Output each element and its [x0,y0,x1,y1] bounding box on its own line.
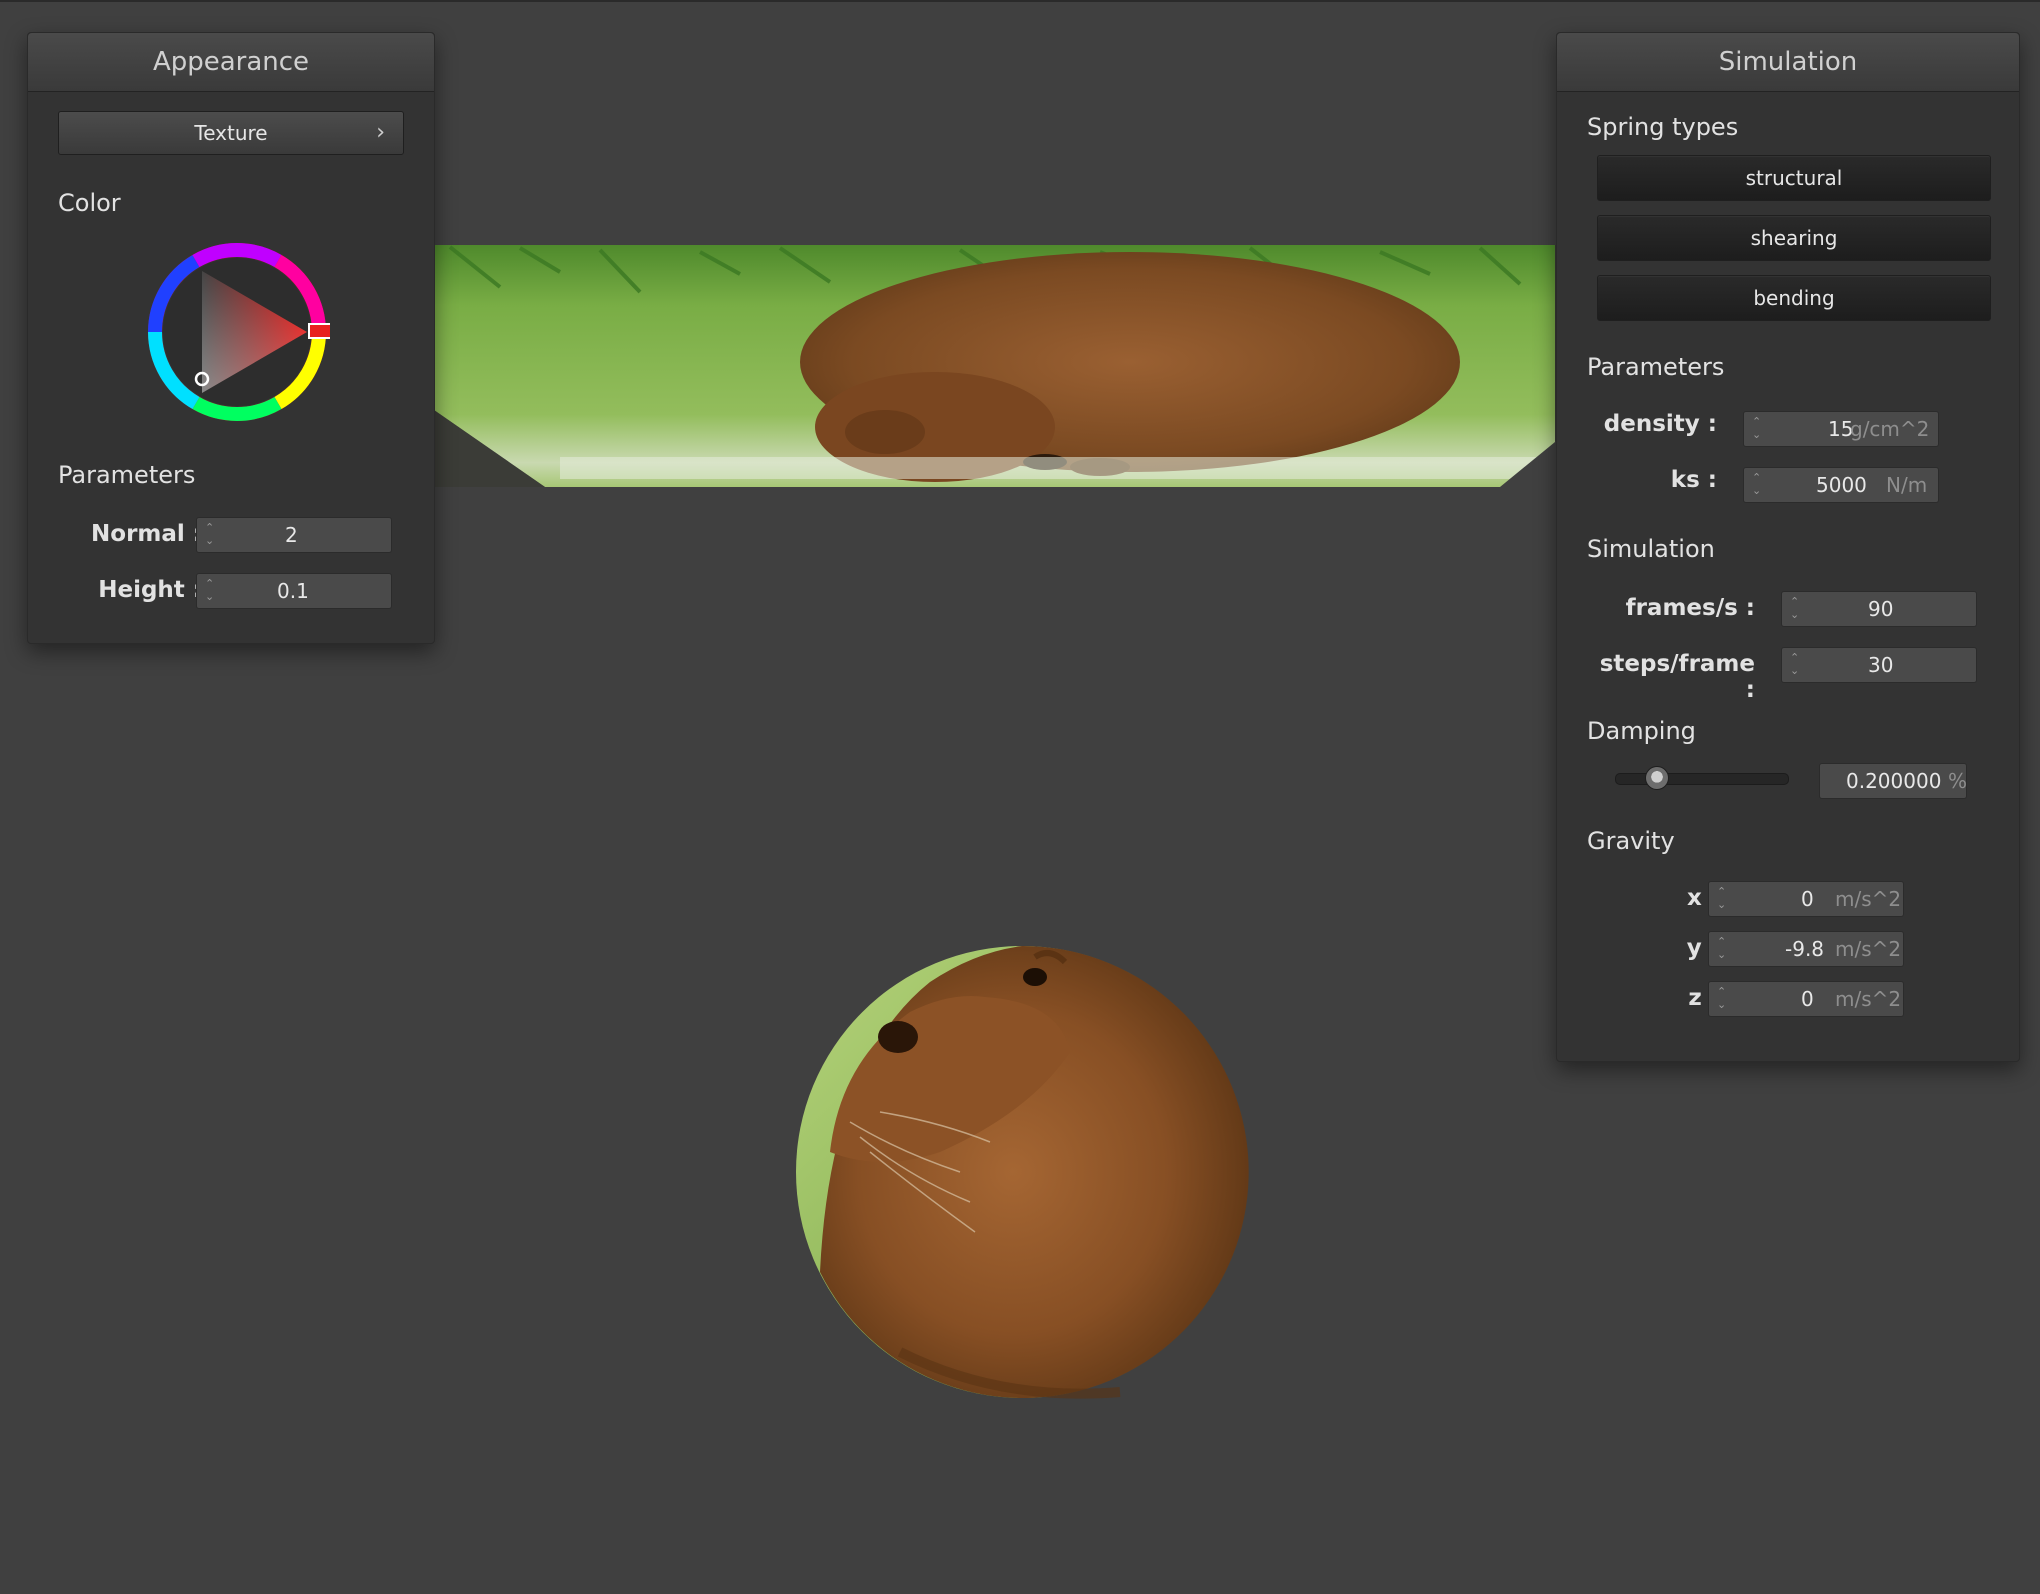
density-unit: g/cm^2 [1850,417,1930,441]
texture-button[interactable]: Texture › [58,111,404,155]
height-value: 0.1 [277,579,309,603]
stepper-arrows-icon[interactable]: ⌃ ⌄ [205,577,217,605]
frames-per-s-label: frames/s : [1625,595,1755,621]
appearance-parameters-label: Parameters [58,461,196,489]
density-label: density : [1603,411,1717,437]
ks-label: ks : [1670,467,1717,493]
damping-unit: % [1948,769,1968,793]
normal-stepper[interactable]: ⌃ ⌄ 2 [196,517,392,553]
gravity-y-label: y : [1686,935,1719,961]
gravity-y-unit: m/s^2 [1835,937,1902,961]
density-stepper[interactable]: ⌃ ⌄ 15 g/cm^2 [1743,411,1939,447]
chevron-right-icon: › [376,120,385,145]
spring-types-label: Spring types [1587,113,1739,141]
gravity-z-label: z : [1688,985,1719,1011]
appearance-panel: Appearance Texture › Color Parameters No… [27,32,435,644]
gravity-y-stepper[interactable]: ⌃ ⌄ -9.8 m/s^2 [1708,931,1904,967]
stepper-arrows-icon[interactable]: ⌃ ⌄ [1752,471,1764,499]
stepper-arrows-icon[interactable]: ⌃ ⌄ [1790,651,1802,679]
gravity-z-unit: m/s^2 [1835,987,1902,1011]
stepper-arrows-icon[interactable]: ⌃ ⌄ [205,521,217,549]
ks-unit: N/m [1886,473,1928,497]
gravity-label: Gravity [1587,827,1675,855]
height-stepper[interactable]: ⌃ ⌄ 0.1 [196,573,392,609]
stepper-arrows-icon[interactable]: ⌃ ⌄ [1717,885,1729,913]
damping-slider[interactable] [1615,773,1789,785]
gravity-x-unit: m/s^2 [1835,887,1902,911]
textured-sphere[interactable] [796,945,1249,1399]
frames-per-s-stepper[interactable]: ⌃ ⌄ 90 [1781,591,1977,627]
appearance-panel-title: Appearance [28,33,434,92]
simulation-panel-title: Simulation [1557,33,2019,92]
simulation-panel: Simulation Spring types structural shear… [1556,32,2020,1062]
gravity-z-stepper[interactable]: ⌃ ⌄ 0 m/s^2 [1708,981,1904,1017]
ks-value: 5000 [1816,473,1867,497]
3d-viewport[interactable]: Appearance Texture › Color Parameters No… [0,0,2040,1592]
stepper-arrows-icon[interactable]: ⌃ ⌄ [1752,415,1764,443]
simulation-section-label: Simulation [1587,535,1715,563]
steps-per-frame-label: steps/frame : [1599,651,1755,703]
steps-per-frame-value: 30 [1868,653,1894,677]
damping-label: Damping [1587,717,1696,745]
spring-structural-label: structural [1745,166,1843,190]
frames-per-s-value: 90 [1868,597,1894,621]
spring-structural-button[interactable]: structural [1597,155,1991,201]
ks-stepper[interactable]: ⌃ ⌄ 5000 N/m [1743,467,1939,503]
gravity-x-value: 0 [1801,887,1814,911]
spring-shearing-label: shearing [1750,226,1838,250]
color-section-label: Color [58,189,121,217]
texture-button-label: Texture [194,121,268,145]
stepper-arrows-icon[interactable]: ⌃ ⌄ [1717,935,1729,963]
normal-label: Normal : [91,521,202,547]
height-label: Height : [98,577,202,603]
spring-shearing-button[interactable]: shearing [1597,215,1991,261]
gravity-x-label: x : [1686,885,1719,911]
color-wheel[interactable] [144,239,330,425]
gravity-x-stepper[interactable]: ⌃ ⌄ 0 m/s^2 [1708,881,1904,917]
stepper-arrows-icon[interactable]: ⌃ ⌄ [1717,985,1729,1013]
simulation-parameters-label: Parameters [1587,353,1725,381]
damping-slider-handle[interactable] [1645,766,1669,790]
stepper-arrows-icon[interactable]: ⌃ ⌄ [1790,595,1802,623]
spring-bending-label: bending [1753,286,1835,310]
spring-bending-button[interactable]: bending [1597,275,1991,321]
gravity-y-value: -9.8 [1785,937,1825,961]
damping-field[interactable]: 0.200000 % [1819,763,1967,799]
normal-value: 2 [285,523,298,547]
gravity-z-value: 0 [1801,987,1814,1011]
damping-value: 0.200000 [1846,769,1942,793]
steps-per-frame-stepper[interactable]: ⌃ ⌄ 30 [1781,647,1977,683]
